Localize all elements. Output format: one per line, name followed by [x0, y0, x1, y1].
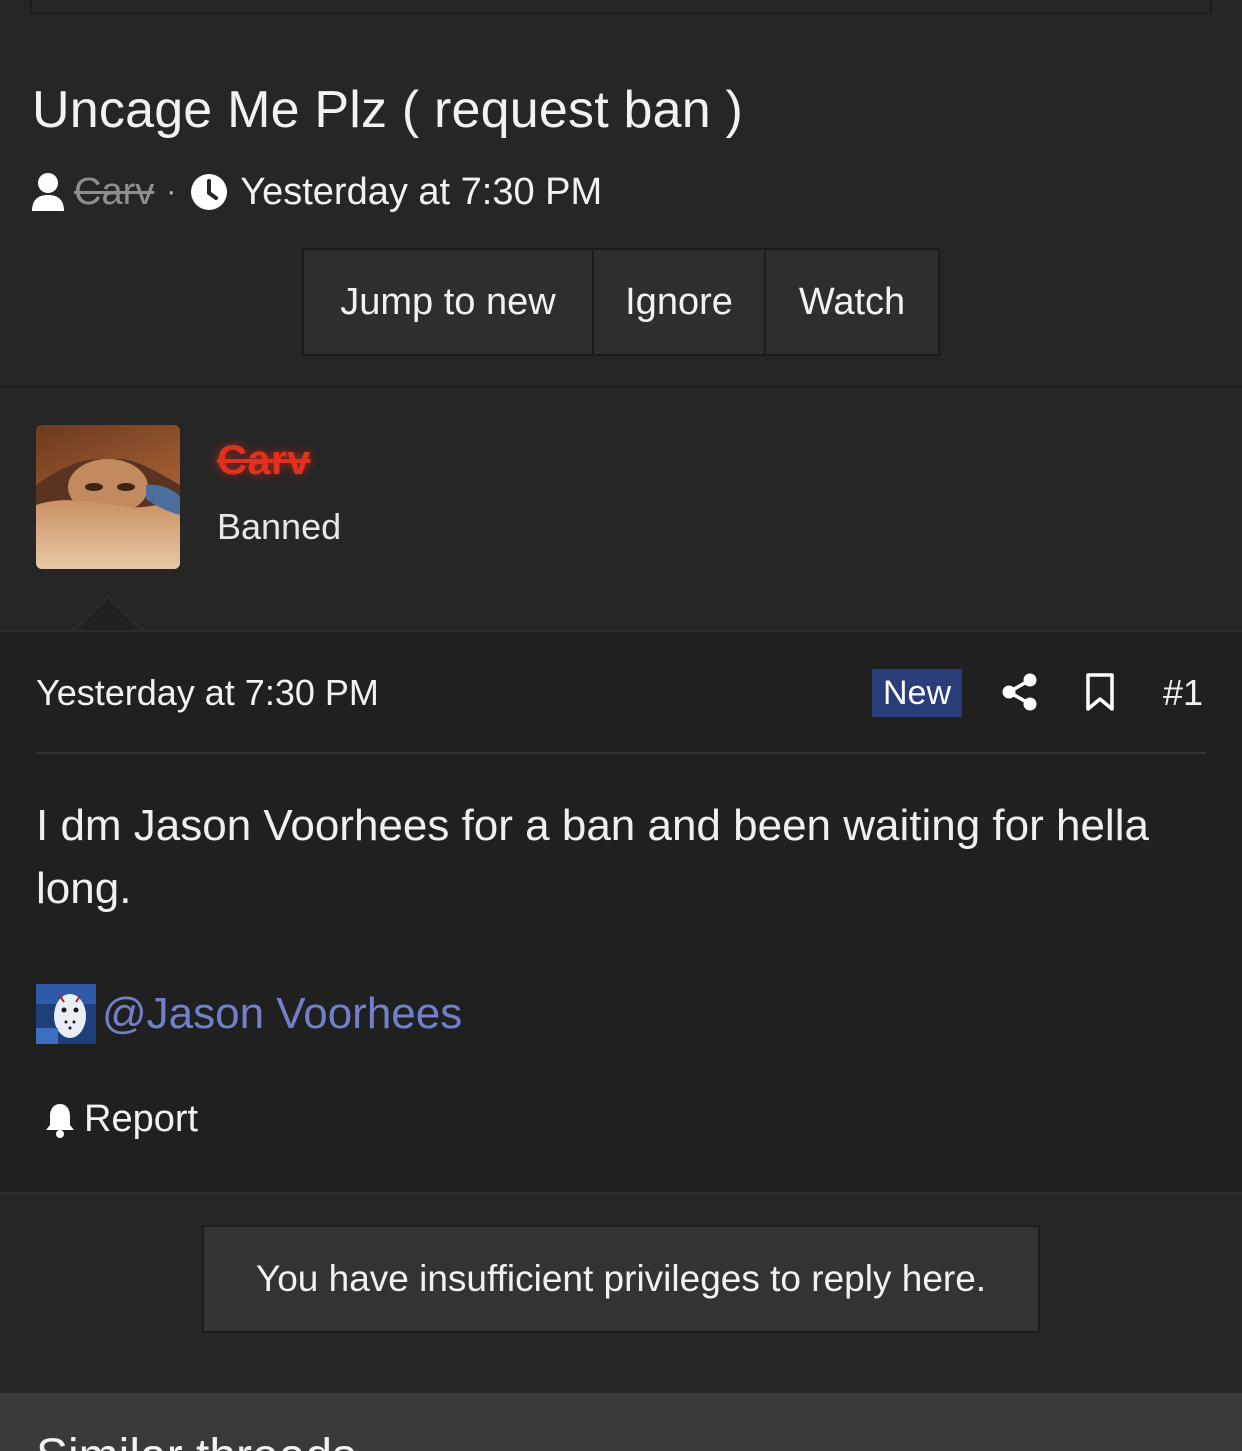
- divider: [0, 1192, 1242, 1195]
- thread-actions: Jump to new Ignore Watch: [302, 248, 940, 356]
- clock-icon: [191, 174, 228, 210]
- bell-icon: [46, 1103, 74, 1138]
- post-date-link[interactable]: Yesterday at 7:30 PM: [36, 672, 379, 714]
- bookmark-icon[interactable]: [1084, 672, 1116, 712]
- similar-threads-panel: Similar threads: [0, 1393, 1242, 1451]
- post-message: I dm Jason Voorhees for a ban and been w…: [36, 801, 1149, 913]
- user-icon: [32, 173, 64, 211]
- reply-privileges-notice: You have insufficient privileges to repl…: [202, 1225, 1040, 1333]
- top-container-edge: [30, 0, 1212, 14]
- post-username-link[interactable]: Carv: [217, 436, 310, 484]
- avatar-image: [36, 425, 180, 569]
- similar-threads-title: Similar threads: [36, 1429, 356, 1451]
- user-mention[interactable]: @Jason Voorhees: [36, 984, 462, 1044]
- meta-separator: ·: [166, 175, 177, 208]
- post-divider: [36, 752, 1206, 754]
- post-content: Yesterday at 7:30 PM New #1 I dm Jason V…: [0, 630, 1242, 1192]
- report-label: Report: [84, 1098, 199, 1140]
- report-link[interactable]: Report: [44, 1098, 198, 1141]
- thread-meta: Carv · Yesterday at 7:30 PM: [30, 170, 602, 214]
- thread-title: Uncage Me Plz ( request ban ): [32, 81, 744, 139]
- ignore-button[interactable]: Ignore: [594, 250, 766, 354]
- post-user-title: Banned: [217, 506, 342, 547]
- post-number-link[interactable]: #1: [1163, 672, 1203, 714]
- new-badge: New: [872, 669, 962, 717]
- thread-date-link[interactable]: Yesterday at 7:30 PM: [240, 171, 602, 214]
- thread-page: Uncage Me Plz ( request ban ) Carv · Yes…: [0, 0, 1242, 1451]
- watch-button[interactable]: Watch: [766, 250, 938, 354]
- avatar[interactable]: [36, 425, 180, 569]
- jump-to-new-button[interactable]: Jump to new: [304, 250, 594, 354]
- post-user-panel: Carv Banned: [0, 388, 1242, 630]
- thread-author-link[interactable]: Carv: [74, 171, 154, 214]
- share-icon[interactable]: [1000, 672, 1040, 712]
- mention-link[interactable]: @Jason Voorhees: [102, 989, 462, 1039]
- post-pointer-arrow: [74, 595, 142, 631]
- mention-avatar: [36, 984, 96, 1044]
